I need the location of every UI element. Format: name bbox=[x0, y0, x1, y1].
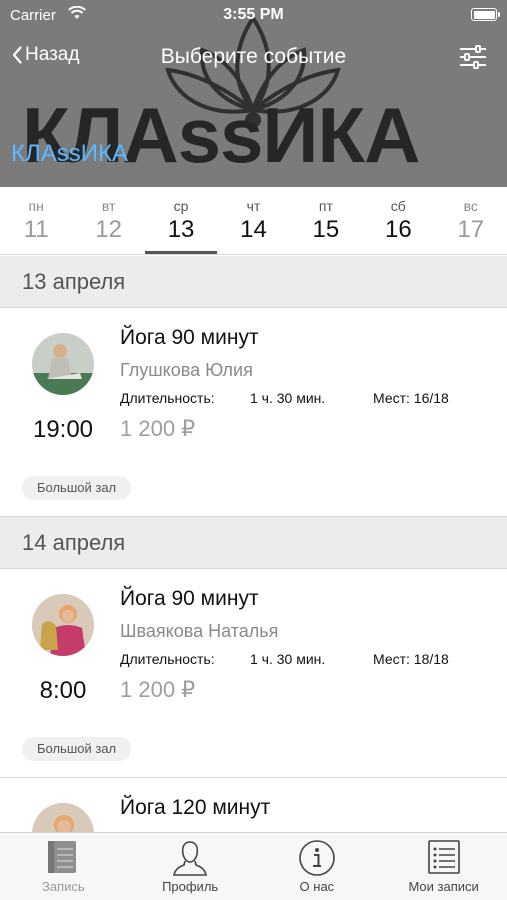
event-title: Йога 90 минут bbox=[120, 326, 259, 349]
day-of-week: пн bbox=[28, 198, 44, 214]
tab-label: Запись bbox=[42, 879, 85, 894]
tab-label: Мои записи bbox=[408, 879, 479, 894]
tab-booking[interactable]: Запись bbox=[0, 833, 127, 900]
day-of-week: сб bbox=[390, 198, 406, 214]
room-badge: Большой зал bbox=[22, 476, 132, 500]
info-icon bbox=[299, 840, 335, 876]
trainer-name: Шваякова Наталья bbox=[120, 621, 279, 641]
event-title: Йога 90 минут bbox=[120, 587, 259, 610]
person-icon bbox=[173, 841, 208, 876]
filter-sliders-icon[interactable] bbox=[459, 45, 487, 69]
trainer-photo-icon bbox=[32, 803, 94, 832]
event-card[interactable]: 8:00 Йога 90 минут Шваякова Наталья Длит… bbox=[0, 569, 507, 778]
event-price: 1 200 ₽ bbox=[120, 416, 196, 441]
day-of-week: ср bbox=[173, 198, 189, 214]
duration-label: Длительность: bbox=[120, 651, 215, 667]
day-number: 17 bbox=[457, 216, 485, 243]
section-date-header: 13 апреля bbox=[0, 256, 507, 308]
tab-about[interactable]: О нас bbox=[254, 833, 381, 900]
day-number: 15 bbox=[312, 216, 340, 243]
day-tab-sun[interactable]: вс 17 bbox=[435, 187, 507, 254]
day-tab-thu[interactable]: чт 14 bbox=[217, 187, 289, 254]
tab-label: О нас bbox=[299, 879, 335, 894]
duration-value: 1 ч. 30 мин. bbox=[250, 390, 326, 406]
trainer-avatar bbox=[32, 594, 94, 656]
day-of-week: пт bbox=[318, 198, 333, 214]
trainer-avatar bbox=[32, 333, 94, 395]
event-card[interactable]: 19:00 Йога 90 минут Глушкова Юлия Длител… bbox=[0, 308, 507, 517]
page-title: Выберите событие bbox=[160, 45, 347, 68]
tab-profile[interactable]: Профиль bbox=[127, 833, 254, 900]
tab-bar: Запись Профиль О нас Мои записи bbox=[0, 832, 507, 900]
trainer-avatar bbox=[32, 803, 94, 832]
day-of-week: чт bbox=[246, 198, 261, 214]
trainer-photo-icon bbox=[32, 333, 94, 395]
day-of-week: вс bbox=[463, 198, 478, 214]
day-tab-mon[interactable]: пн 11 bbox=[0, 187, 72, 254]
club-name: КЛАssИКА bbox=[11, 140, 128, 167]
section-date-header: 14 апреля bbox=[0, 517, 507, 569]
places-count: Мест: 16/18 bbox=[373, 390, 449, 406]
battery-icon bbox=[471, 8, 500, 21]
places-count: Мест: 18/18 bbox=[373, 651, 449, 667]
day-tab-sat[interactable]: сб 16 bbox=[362, 187, 434, 254]
trainer-name: Глушкова Юлия bbox=[120, 360, 253, 380]
day-picker: пн 11 вт 12 ср 13 чт 14 пт 15 сб 16 вс 1… bbox=[0, 187, 507, 255]
event-title: Йога 120 минут bbox=[120, 796, 271, 819]
event-start-time: 19:00 bbox=[32, 416, 94, 443]
event-start-time: 8:00 bbox=[39, 677, 87, 704]
day-number: 14 bbox=[240, 216, 267, 243]
day-number: 12 bbox=[95, 216, 122, 243]
duration-value: 1 ч. 30 мин. bbox=[250, 651, 326, 667]
tab-label: Профиль bbox=[162, 879, 219, 894]
room-badge: Большой зал bbox=[22, 737, 132, 761]
trainer-photo-icon bbox=[32, 594, 94, 656]
event-list[interactable]: 13 апреля 19:00 Йога 90 минут Глушкова Ю… bbox=[0, 256, 507, 832]
status-bar: Carrier 3:55 PM bbox=[0, 0, 507, 30]
list-icon bbox=[427, 840, 460, 874]
event-price: 1 200 ₽ bbox=[120, 677, 196, 702]
day-tab-fri[interactable]: пт 15 bbox=[290, 187, 362, 254]
day-tab-wed[interactable]: ср 13 bbox=[144, 187, 218, 254]
status-time: 3:55 PM bbox=[223, 6, 284, 23]
day-of-week: вт bbox=[101, 198, 116, 214]
duration-label: Длительность: bbox=[120, 390, 215, 406]
header-banner: КЛАssИКА Carrier 3:55 PM Назад Выберите … bbox=[0, 0, 507, 187]
day-tab-tue[interactable]: вт 12 bbox=[72, 187, 144, 254]
day-number: 11 bbox=[23, 216, 49, 243]
tab-my-bookings[interactable]: Мои записи bbox=[380, 833, 507, 900]
day-number: 16 bbox=[384, 216, 412, 243]
notebook-icon bbox=[48, 841, 77, 873]
day-number: 13 bbox=[167, 216, 195, 243]
event-card[interactable]: Йога 120 минут bbox=[0, 778, 507, 832]
